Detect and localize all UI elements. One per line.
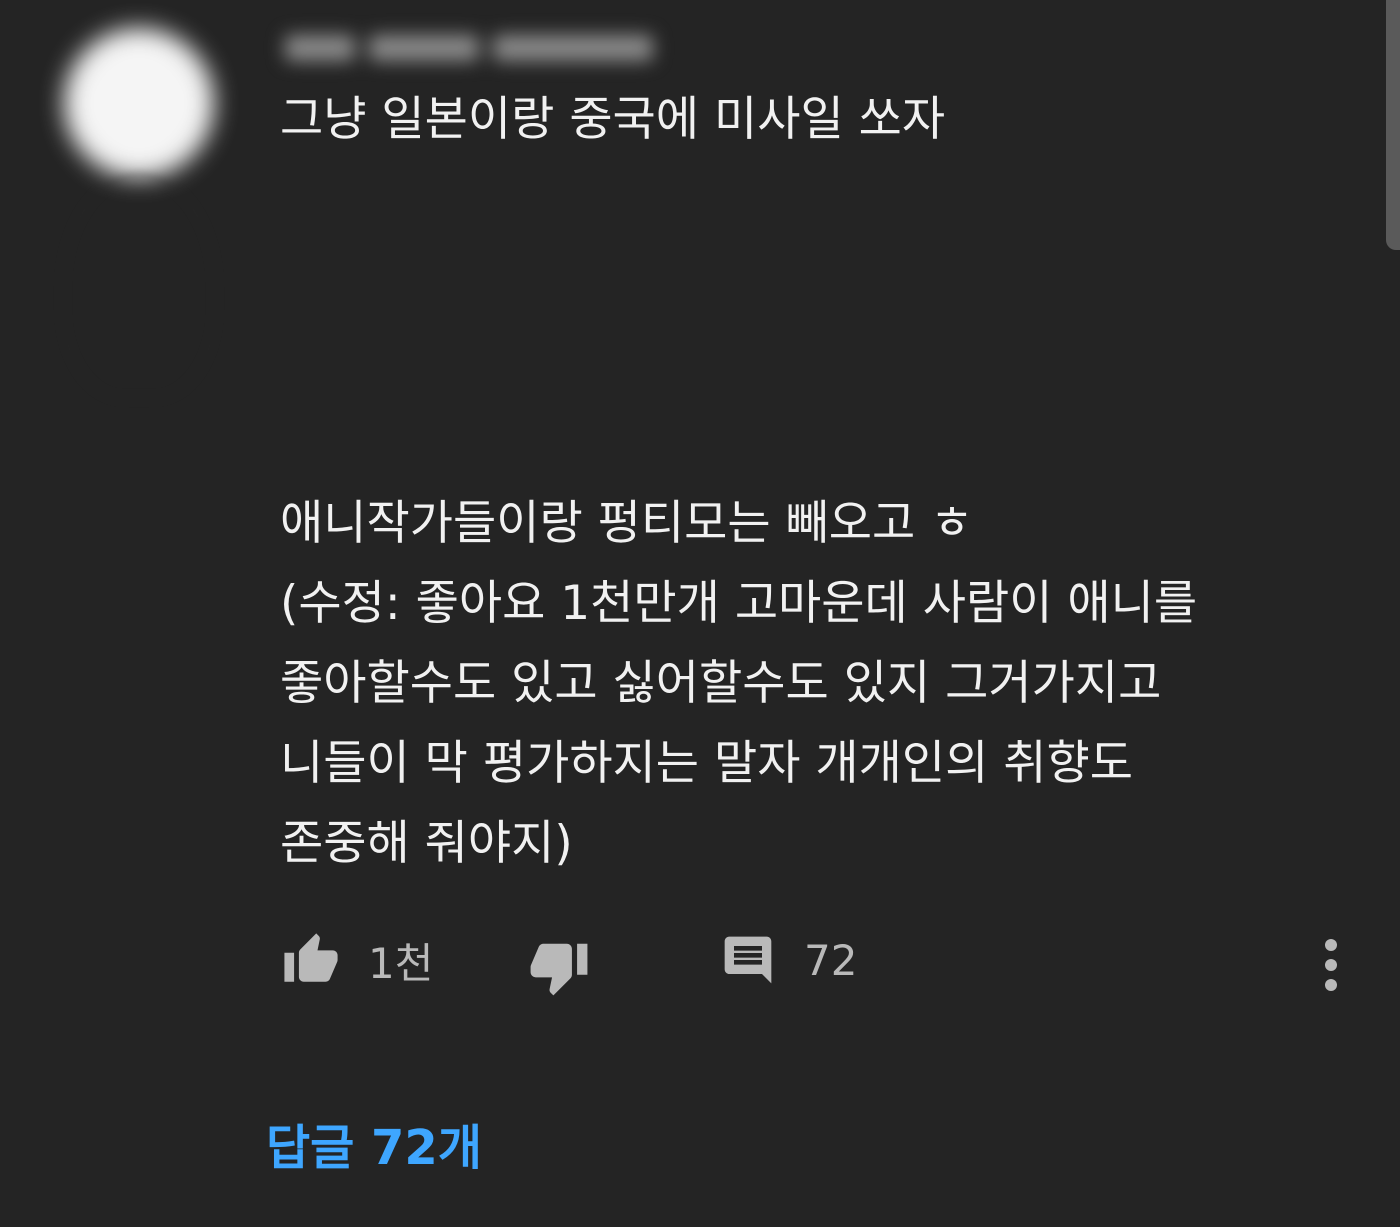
comment-body: 애니작가들이랑 펑티모는 빼오고 ㅎ (수정: 좋아요 1천만개 고마운데 사람… [280, 484, 1340, 884]
comment-title: 그냥 일본이랑 중국에 미사일 쏘자 [280, 92, 946, 147]
comment-body-line: 애니작가들이랑 펑티모는 빼오고 ㅎ [280, 496, 974, 551]
like-count: 1천 [368, 938, 434, 988]
avatar[interactable] [64, 28, 214, 178]
thumb-up-icon [280, 931, 342, 989]
scrollbar[interactable] [1386, 0, 1400, 250]
view-replies-link[interactable]: 답글 72개 [266, 1108, 482, 1178]
comment-icon [720, 932, 776, 988]
reply-button[interactable]: 72 [720, 925, 857, 995]
thumb-down-icon [528, 930, 590, 1004]
more-options-button[interactable] [1314, 935, 1348, 995]
reply-count: 72 [804, 935, 858, 985]
comment-body-line: 니들이 막 평가하지는 말자 개개인의 취향도 [280, 736, 1134, 791]
comment-body-line: 존중해 줘야지) [280, 816, 573, 871]
blurred-author-fragment [369, 35, 479, 61]
comment-body-line: (수정: 좋아요 1천만개 고마운데 사람이 애니를 [280, 576, 1198, 631]
like-button[interactable]: 1천 [280, 925, 433, 995]
blurred-author-fragment [493, 35, 653, 61]
dislike-button[interactable] [528, 930, 590, 1004]
author-name-blurred [285, 28, 685, 68]
comment-body-line: 좋아할수도 있고 싫어할수도 있지 그거가지고 [280, 656, 1162, 711]
blurred-author-fragment [285, 35, 355, 61]
avatar-shadow [62, 175, 216, 399]
more-vert-icon [1321, 937, 1341, 993]
